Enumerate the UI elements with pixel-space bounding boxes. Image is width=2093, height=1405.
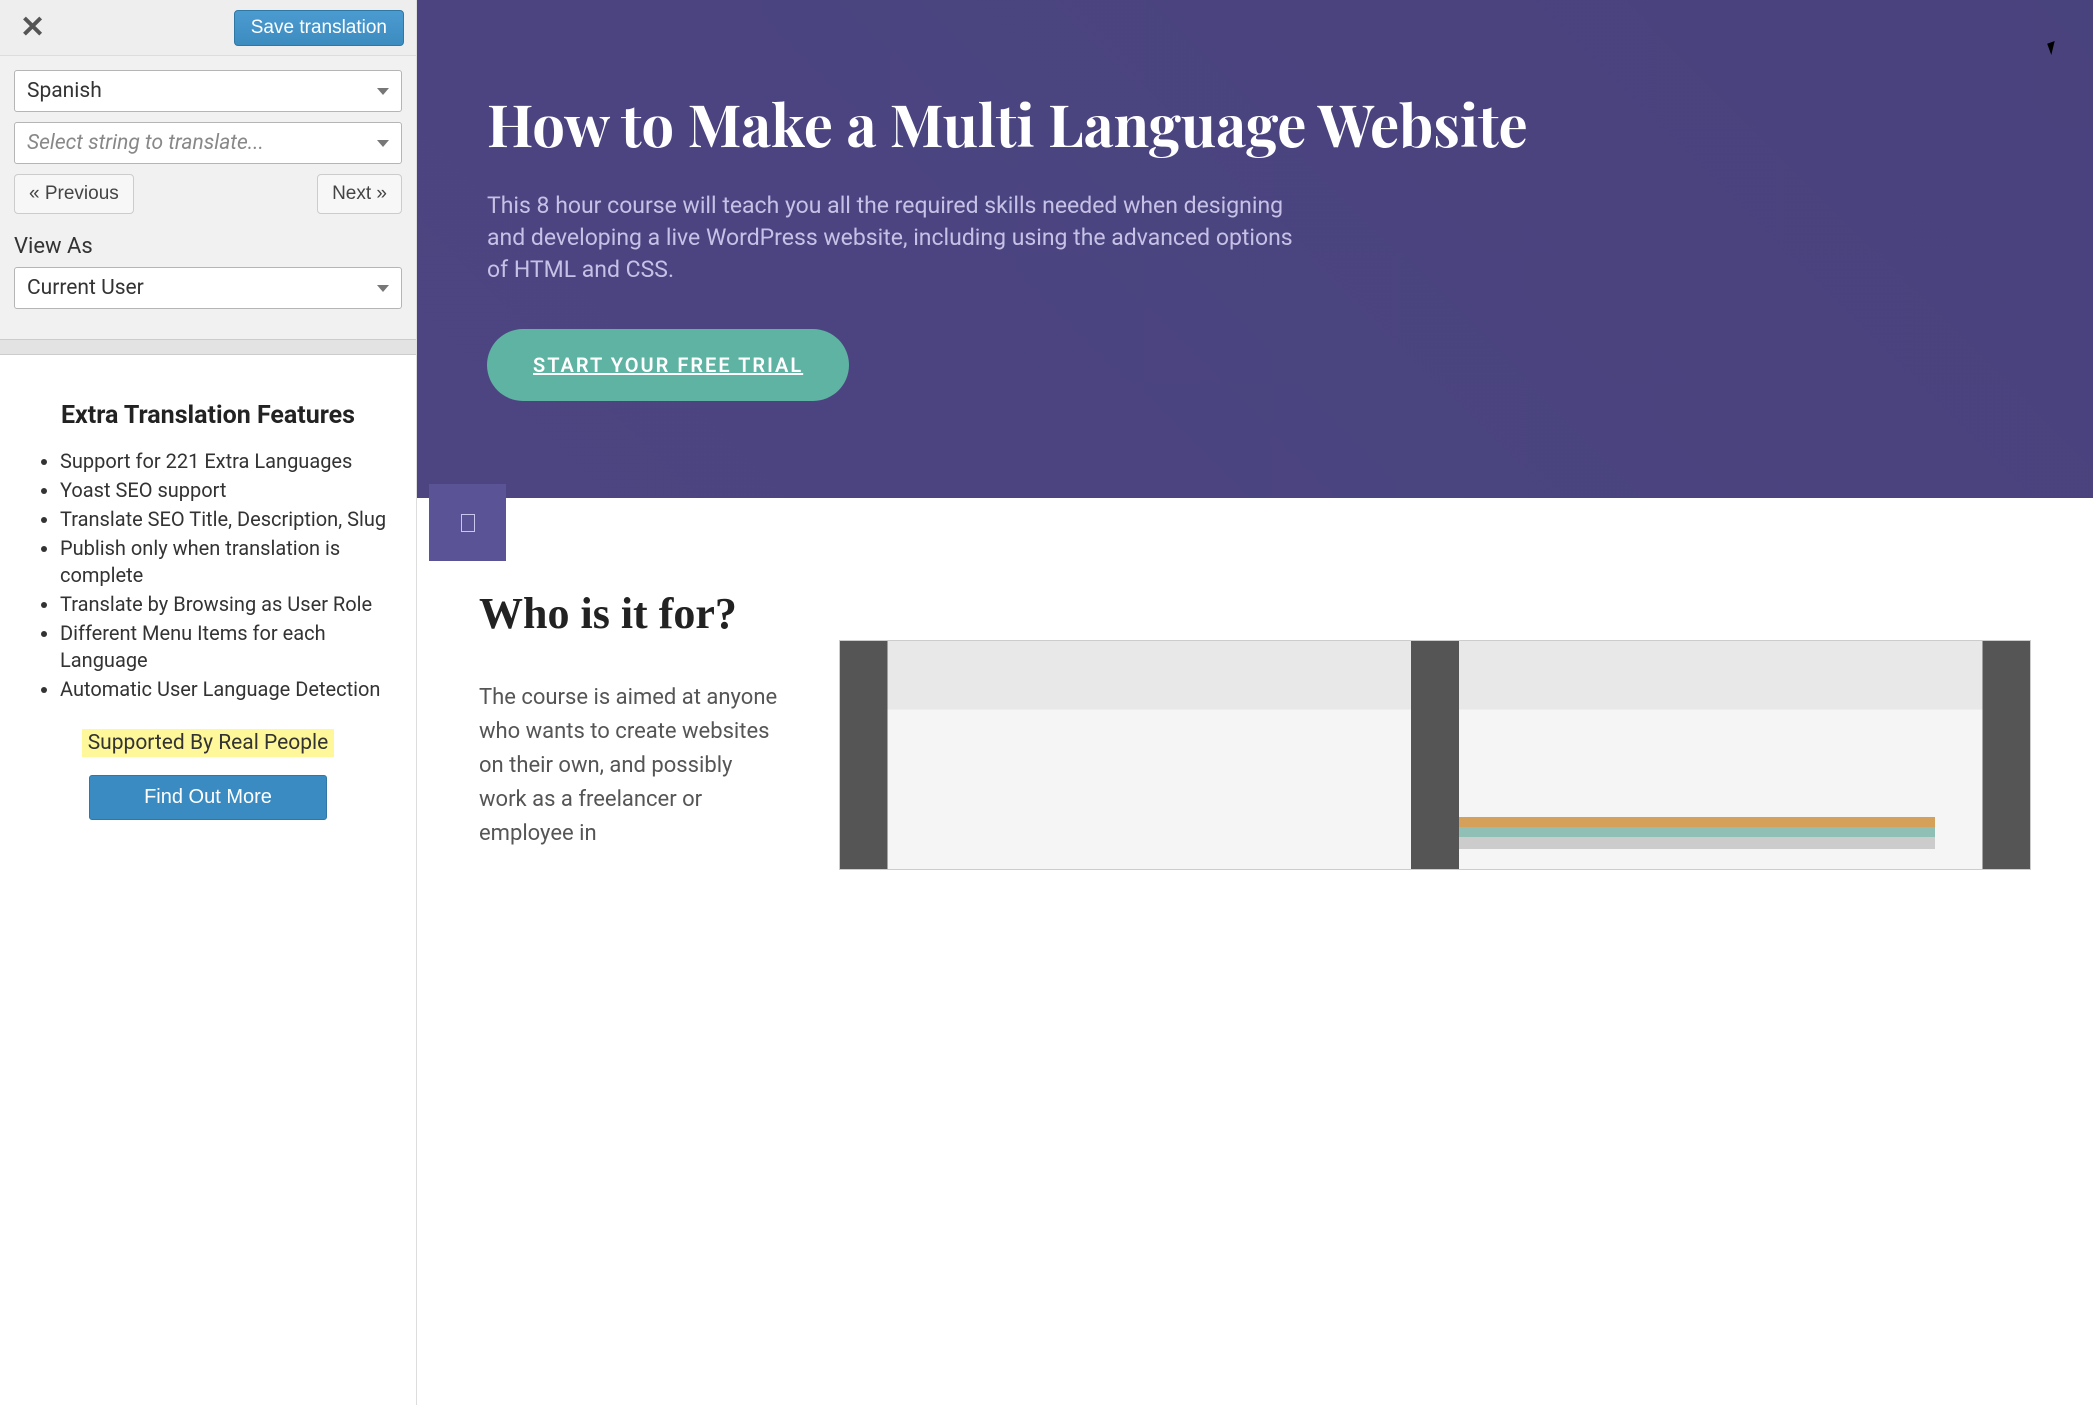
sidebar-topbar: ✕ Save translation: [0, 0, 416, 56]
two-column: Who is it for? The course is aimed at an…: [479, 588, 2031, 870]
section-badge: [429, 484, 506, 561]
list-item: Support for 221 Extra Languages: [60, 448, 398, 475]
promo-heading: Extra Translation Features: [18, 401, 398, 430]
list-item: Different Menu Items for each Language: [60, 620, 398, 674]
find-out-more-button[interactable]: Find Out More: [89, 775, 327, 820]
previous-button[interactable]: « Previous: [14, 174, 134, 214]
hero-section: How to Make a Multi Language Website Thi…: [417, 0, 2093, 498]
save-translation-button[interactable]: Save translation: [234, 10, 404, 46]
promo-panel: Extra Translation Features Support for 2…: [0, 377, 416, 1405]
chevron-down-icon: [377, 140, 389, 147]
hero-background: [417, 0, 2093, 498]
translation-sidebar: ✕ Save translation Spanish Select string…: [0, 0, 417, 1405]
close-icon[interactable]: ✕: [12, 8, 53, 47]
list-item: Translate by Browsing as User Role: [60, 591, 398, 618]
text-column: Who is it for? The course is aimed at an…: [479, 588, 779, 870]
divider: [0, 339, 416, 355]
nav-row: « Previous Next »: [14, 174, 402, 214]
list-item: Translate SEO Title, Description, Slug: [60, 506, 398, 533]
view-as-value: Current User: [27, 276, 144, 300]
list-item: Automatic User Language Detection: [60, 676, 398, 703]
document-icon: [461, 514, 475, 532]
list-item: Yoast SEO support: [60, 477, 398, 504]
section-body: The course is aimed at anyone who wants …: [479, 681, 779, 851]
image-decor: [1459, 837, 1935, 849]
language-select[interactable]: Spanish: [14, 70, 402, 112]
section-image: [839, 640, 2031, 870]
promo-feature-list: Support for 221 Extra Languages Yoast SE…: [18, 448, 398, 703]
string-select-placeholder: Select string to translate...: [27, 131, 264, 155]
view-as-select[interactable]: Current User: [14, 267, 402, 309]
supported-text: Supported By Real People: [82, 729, 335, 757]
list-item: Publish only when translation is complet…: [60, 535, 398, 589]
view-as-label: View As: [14, 234, 402, 259]
sidebar-controls: Spanish Select string to translate... « …: [0, 56, 416, 224]
section-title: Who is it for?: [479, 588, 779, 639]
view-as-section: View As Current User: [0, 224, 416, 339]
next-button[interactable]: Next »: [317, 174, 402, 214]
live-preview: How to Make a Multi Language Website Thi…: [417, 0, 2093, 1405]
divider: [0, 355, 416, 377]
who-section: Who is it for? The course is aimed at an…: [417, 498, 2093, 870]
chevron-down-icon: [377, 88, 389, 95]
language-select-value: Spanish: [27, 79, 102, 103]
chevron-down-icon: [377, 285, 389, 292]
string-select[interactable]: Select string to translate...: [14, 122, 402, 164]
